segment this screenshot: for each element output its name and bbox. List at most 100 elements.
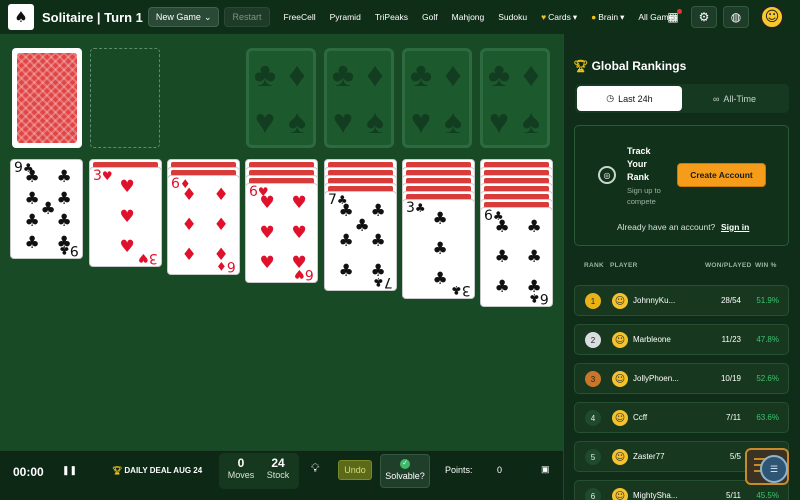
card-pip: ♦ (181, 245, 197, 265)
moves-label: Moves (227, 470, 255, 480)
nav-brain[interactable]: ● Brain ▾ (591, 12, 624, 23)
won-played: 5/5 (729, 452, 741, 461)
card-pip: ♦ (213, 245, 229, 265)
foundation-slot-1[interactable]: ♣ ♦ ♥ ♠ (246, 48, 316, 148)
rank-badge: 6 (585, 488, 601, 500)
ranking-row[interactable]: 3 ☺ JollyPhoen... 10/19 52.6% (574, 363, 789, 394)
win-percent: 45.5% (756, 491, 779, 500)
track-rank-title: Track Your Rank (627, 146, 651, 182)
pause-icon[interactable]: ❚❚ (62, 465, 77, 476)
won-played: 7/11 (726, 413, 741, 422)
card-pip: ♥ (119, 177, 135, 197)
language-globe-icon[interactable]: ◍ (723, 6, 749, 28)
tableau-card[interactable]: 6♦ 6♦ ♦ ♦ ♦ ♦ ♦ ♦ (167, 175, 240, 275)
solvable-label: Solvable? (385, 471, 425, 481)
player-name: Marbleone (633, 335, 671, 344)
win-percent: 51.9% (756, 296, 779, 305)
card-pip: ♥ (259, 253, 275, 273)
sign-in-link[interactable]: Sign in (721, 222, 749, 232)
nav-golf[interactable]: Golf (422, 12, 438, 22)
card-pip: ♣ (432, 269, 448, 289)
rank-badge: 1 (585, 293, 601, 309)
player-avatar-icon: ☺ (612, 332, 628, 348)
card-pip: ♣ (494, 277, 510, 297)
tab-all-time[interactable]: ∞ All-Time (682, 86, 787, 111)
target-icon: ◎ (598, 166, 616, 184)
nav-freecell[interactable]: FreeCell (284, 12, 316, 22)
rankings-title: 🏆︎ Global Rankings (573, 59, 686, 73)
daily-deal[interactable]: 🏆︎ DAILY DEAL AUG 24 (112, 466, 202, 475)
solitaire-logo-icon[interactable]: ♠ (8, 4, 34, 30)
rank-badge: 3 (585, 371, 601, 387)
tableau-card[interactable]: 6♣ 6♣ ♣ ♣ ♣ ♣ ♣ ♣ (480, 207, 553, 307)
win-percent: 47.8% (756, 335, 779, 344)
tableau-card[interactable]: 3♥ 3♥ ♥ ♥ ♥ (89, 167, 162, 267)
card-pip: ♥ (259, 223, 275, 243)
player-name: JohnnyKu... (633, 296, 676, 305)
tableau-card[interactable]: 9♣ 9♣ ♣ ♣ ♣ ♣ ♣ ♣ ♣ ♣ ♣ (10, 159, 83, 259)
card-pip: ♣ (370, 261, 386, 281)
card-pip: ♣ (56, 189, 72, 209)
won-played: 5/11 (726, 491, 741, 500)
card-pip: ♣ (338, 231, 354, 251)
card-pip: ♣ (526, 277, 542, 297)
player-avatar-icon: ☺ (612, 293, 628, 309)
daily-deal-label: DAILY DEAL AUG 24 (124, 466, 203, 475)
nav-sudoku[interactable]: Sudoku (498, 12, 527, 22)
create-account-button[interactable]: Create Account (677, 163, 766, 187)
ranking-row[interactable]: 1 ☺ JohnnyKu... 28/54 51.9% (574, 285, 789, 316)
new-game-button[interactable]: New Game ⌄ (147, 7, 220, 27)
card-pip: ♣ (370, 231, 386, 251)
tab-last-24h[interactable]: ◷ Last 24h (577, 86, 682, 111)
tableau-card[interactable]: 3♣ 3♣ ♣ ♣ ♣ (402, 199, 475, 299)
player-name: JollyPhoen... (633, 374, 679, 383)
rank-badge: 4 (585, 410, 601, 426)
win-percent: 52.6% (756, 374, 779, 383)
trophy-icon: 🏆︎ (112, 466, 123, 475)
card-rank-label: 3♥ (138, 250, 158, 266)
hint-bulb-icon[interactable]: 💡︎ (311, 461, 319, 476)
nav-brain-label: Brain (598, 12, 619, 22)
solvable-button[interactable]: ✓ Solvable? (380, 454, 430, 488)
card-pip: ♣ (24, 167, 40, 187)
foundation-slot-4[interactable]: ♣ ♦ ♥ ♠ (480, 48, 550, 148)
nav-cards[interactable]: ♥ Cards ▾ (541, 12, 577, 23)
card-pip: ♣ (24, 233, 40, 253)
card-pip: ♥ (291, 223, 307, 243)
nav-mahjong[interactable]: Mahjong (452, 12, 485, 22)
card-pip: ♣ (338, 201, 354, 221)
stock-pile[interactable] (12, 48, 82, 148)
foundation-slot-2[interactable]: ♣ ♦ ♥ ♠ (324, 48, 394, 148)
undo-button[interactable]: Undo (338, 460, 372, 480)
won-played: 11/23 (721, 335, 741, 344)
card-pip: ♣ (56, 211, 72, 231)
card-pip: ♣ (24, 189, 40, 209)
rank-badge: 5 (585, 449, 601, 465)
foundation-slot-3[interactable]: ♣ ♦ ♥ ♠ (402, 48, 472, 148)
card-pip: ♣ (338, 261, 354, 281)
calendar-icon[interactable]: ▦ (660, 6, 686, 28)
card-pip: ♣ (354, 216, 370, 236)
won-played: 10/19 (720, 374, 741, 383)
profile-avatar-icon[interactable]: ☺ (760, 5, 784, 29)
nav-tripeaks[interactable]: TriPeaks (375, 12, 408, 22)
save-icon[interactable]: ▣ (541, 464, 550, 475)
nav-pyramid[interactable]: Pyramid (330, 12, 361, 22)
win-percent: 63.6% (756, 413, 779, 422)
restart-button[interactable]: Restart (224, 7, 270, 27)
tableau-card[interactable]: 6♥ 6♥ ♥ ♥ ♥ ♥ ♥ ♥ (245, 183, 318, 283)
ranking-row[interactable]: 2 ☺ Marbleone 11/23 47.8% (574, 324, 789, 355)
new-game-label: New Game (155, 12, 201, 22)
chat-bubble-icon[interactable]: ☰ (760, 455, 788, 483)
settings-gear-icon[interactable]: ⚙ (691, 6, 717, 28)
won-played: 28/54 (720, 296, 741, 305)
heart-icon: ♥ (541, 12, 547, 22)
header-player: PLAYER (610, 262, 638, 269)
tab-all-time-label: All-Time (723, 93, 757, 104)
points-label: Points: (445, 465, 473, 475)
ranking-row[interactable]: 4 ☺ Ccff 7/11 63.6% (574, 402, 789, 433)
page-title: Solitaire | Turn 1 (42, 9, 143, 25)
card-pip: ♣ (494, 217, 510, 237)
tab-last-24h-label: Last 24h (618, 93, 653, 104)
tableau-card[interactable]: 7♣ 7♣ ♣ ♣ ♣ ♣ ♣ ♣ ♣ (324, 191, 397, 291)
